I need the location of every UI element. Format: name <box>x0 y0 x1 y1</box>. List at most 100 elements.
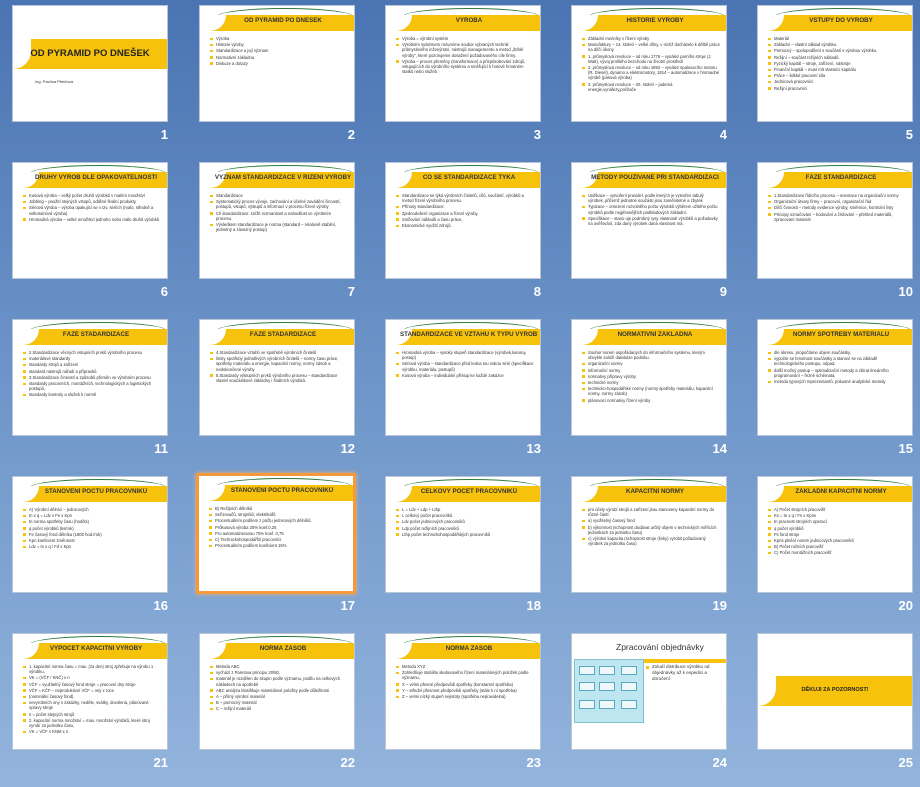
slide-thumbnail[interactable]: DRUHY VÝROB DLE OPAKOVATELNOSTI Kusová vý… <box>12 162 168 279</box>
slide-title: OD PYRAMID PO DNEŠEK <box>30 48 150 59</box>
slide-title: VÝROBA <box>455 17 483 24</box>
bullet-item: standard nástrojů nářadí a přípravků <box>23 369 161 374</box>
bullet-item: Výrobním systémem rozumíme soubor vybran… <box>396 42 534 58</box>
bullet-item: VČF = KČF – neproduktivní VČF = ony x ro… <box>23 688 161 693</box>
bullet-list: Metoda XYZ Zohledňuje stabilitu sledované… <box>396 664 534 699</box>
bullet-item: nevyrobních ony x zakázky, neděle, svátk… <box>23 700 161 710</box>
slide-cell: STANDARDIZACE VE VZTAHU K TYPU VÝROBY Hro… <box>377 314 563 471</box>
bullet-list: pro účely výrobí strojů a zařízení jsou … <box>582 507 720 546</box>
bullet-item: Standardizace <box>210 193 348 198</box>
slide-body: 4.Standardizace vztahů ve spotřebě výrob… <box>210 350 348 431</box>
bullet-item: limity spotřeby jednotlivých výrobních č… <box>210 356 348 372</box>
bullet-list: A) Výrobní dělníci – jednicových tn x q =… <box>23 507 161 549</box>
bullet-item: Standardizace a její význam <box>210 48 348 53</box>
bullet-list: 1. kapacitní norma času = max. (za den) … <box>23 664 161 734</box>
bullet-item: materiálové standardy <box>23 356 161 361</box>
slide-title: NORMATIVNÍ ZÁKLADNA <box>617 331 693 338</box>
slide-title: DĚKUJI ZA POZORNOST! <box>801 687 869 693</box>
bullet-list: Standardizace Systematický proces vývoje,… <box>210 193 348 232</box>
slide-cell: VÝZNAM STANDARDIZACE V ŘÍZENÍ VÝROBY Stan… <box>191 157 377 314</box>
slide-thumbnail[interactable]: ZÁKLADNÍ KAPACITNÍ NORMY A) Počet strojní… <box>757 476 913 593</box>
bullet-item: C) Počet montážních pracovišť <box>768 550 906 555</box>
slide-thumbnail[interactable]: NORMA ZÁSOB Metoda ABC vychází z Paretova … <box>199 633 355 750</box>
slide-thumbnail[interactable]: DĚKUJI ZA POZORNOST! <box>757 633 913 750</box>
bullet-list: dle úkresu, propočtáme objem součástky, v… <box>768 350 906 384</box>
slide-thumbnail[interactable]: Zpracování objednávky Zoludí distribuce v… <box>571 633 727 750</box>
slide-thumbnail[interactable]: CO SE STANDARDIZACE TÝKÁ Standardizace se… <box>385 162 541 279</box>
slide-body: Hromadná výroba – vysoký stupeň standard… <box>396 350 534 431</box>
slide-title: VÝPOČET KAPACITNÍ VÝROBY <box>49 645 143 652</box>
slide-number: 23 <box>526 755 541 770</box>
bullet-item: Y – střední přesnost předpovědi spotřeby… <box>396 688 534 693</box>
bullet-item: Sériová výroba – standardizace před ledn… <box>396 361 534 372</box>
slide-body: pro účely výrobí strojů a zařízení jsou … <box>582 507 720 588</box>
bullet-item: Fe časový fond dělníka (1800 hod./rok) <box>23 532 161 537</box>
slide-thumbnail[interactable]: FÁZE STADARDIZACE 2.Standardizace věcných… <box>12 319 168 436</box>
bullet-item: B) Počet ručních pracovišť <box>768 544 906 549</box>
slide-body: Výroba = výrobní systém Výrobním systémem… <box>396 36 534 117</box>
slide-body: Metoda XYZ Zohledňuje stabilitu sledované… <box>396 664 534 745</box>
bullet-item: Pro automatizovanou 75% koef. 0,75 <box>209 531 347 536</box>
bullet-item: Organizační útvary firmy – pracovní, org… <box>768 199 906 204</box>
bullet-item: Průkusová výroba 25% koef.0,25 <box>209 525 347 530</box>
slide-body: L = Ldv + Ldp + Lthp L celkový počet prac… <box>396 507 534 588</box>
bullet-item: Manufaktury – 14. století – velké dílny,… <box>582 42 720 52</box>
slide-thumbnail[interactable]: OD PYRAMID PO DNEŠEK Ing. Pavlína Pfeiďov… <box>12 5 168 122</box>
slide-body: A) Výrobní dělníci – jednicových tn x q =… <box>23 507 161 588</box>
bullet-item: standardy strojů a zařízení <box>23 362 161 367</box>
slide-thumbnail[interactable]: VÝPOČET KAPACITNÍ VÝROBY 1. kapacitní nor… <box>12 633 168 750</box>
slide-number: 2 <box>347 127 355 142</box>
slide-thumbnail[interactable]: CELKOVÝ POČET PRACOVNÍKŮ L = Ldv + Ldp + … <box>385 476 541 593</box>
slide-body: Výroba Historie výroby Standardizace a jej… <box>210 36 348 117</box>
slide-thumbnail[interactable]: FÁZE STANDARDIZACE 1.Standardizace řídicí… <box>757 162 913 279</box>
bullet-item: b) výkonnost (schopnost dodávat určitý o… <box>582 525 720 535</box>
bullet-item: A) Počet strojních pracovišť <box>768 507 906 512</box>
slide-thumbnail[interactable]: OD PYRAMID PO DNEŠEK Výroba Historie výrob… <box>199 5 355 122</box>
slide-title: Zpracování objednávky <box>616 642 704 652</box>
slide-cell: STANOVENÍ POČTU PRACOVNÍKŮ A) Výrobní děl… <box>4 471 190 628</box>
slide-thumbnail[interactable]: NORMA ZÁSOB Metoda XYZ Zohledňuje stabilit… <box>385 633 541 750</box>
bullet-list: Souhor norem uspořádaných do informačníh… <box>582 350 720 403</box>
slide-body: Standardizace se týká výrobních činitelů… <box>396 193 534 274</box>
slide-thumbnail[interactable]: VÝZNAM STANDARDIZACE V ŘÍZENÍ VÝROBY Stan… <box>199 162 355 279</box>
slide-sorter-grid: OD PYRAMID PO DNEŠEK Ing. Pavlína Pfeiďov… <box>0 0 920 787</box>
slide-thumbnail[interactable]: FÁZE STADARDIZACE 4.Standardizace vztahů … <box>199 319 355 436</box>
slide-title: VÝZNAM STANDARDIZACE V ŘÍZENÍ VÝROBY <box>214 174 352 181</box>
slide-thumbnail[interactable]: STANOVENÍ POČTU PRACOVNÍKŮ A) Výrobní děl… <box>12 476 168 593</box>
slide-body: Základní mezníky v řízení výroby Manufakt… <box>582 36 720 117</box>
diagram-node <box>579 700 595 709</box>
bullet-item: Kpns plnění norem jednicových pracovníků <box>768 538 906 543</box>
slide-thumbnail[interactable]: METODY POUŽÍVANÉ PŘI STANDARDIZACI Unifik… <box>571 162 727 279</box>
slide-thumbnail[interactable]: NORMATIVNÍ ZÁKLADNA Souhor norem uspořáda… <box>571 319 727 436</box>
bullet-item: další možný postup – optimalizační metod… <box>768 368 906 378</box>
bullet-item: X – velmi přesné předpovědi spotřeby (ko… <box>396 682 534 687</box>
slide-thumbnail[interactable]: VSTUPY DO VÝROBY Materiál Základní – vlast… <box>757 5 913 122</box>
bullet-item: Výroba – proces přeměny (transformace) a… <box>396 59 534 75</box>
slide-cell: OD PYRAMID PO DNEŠEK Výroba Historie výrob… <box>191 0 377 157</box>
bullet-item: Systematický proces vývoje, zachování a … <box>210 199 348 209</box>
bullet-item: plánovací normativy řízení výroby <box>582 398 720 403</box>
slide-thumbnail[interactable]: VÝROBA Výroba = výrobní systém Výrobním sy… <box>385 5 541 122</box>
slide-thumbnail[interactable]: STANOVENÍ POČTU PRACOVNÍKŮ B) Režijních d… <box>196 473 356 594</box>
bullet-item: Zohledňuje stabilitu sledovaného řízení … <box>396 670 534 680</box>
slide-title: CO SE STANDARDIZACE TÝKÁ <box>422 174 516 181</box>
bullet-item: materiál je rozdělen do skupin podle výz… <box>210 676 348 687</box>
process-diagram <box>574 659 644 723</box>
bullet-item: C – režijní materiál <box>210 706 348 711</box>
bullet-item: Snižování nákladů a času práce, <box>396 217 534 222</box>
slide-thumbnail[interactable]: NORMY SPOTŘEBY MATERIÁLU dle úkresu, prop… <box>757 319 913 436</box>
bullet-item: Sériová výroba – výroba opakující se v t… <box>23 205 161 216</box>
slide-number: 18 <box>526 598 541 613</box>
bullet-item: Práce – lidské pracovní síla <box>768 73 906 78</box>
slide-number: 12 <box>340 441 355 456</box>
slide-number: 14 <box>712 441 727 456</box>
bullet-item: Přínosy standardizace: <box>396 204 534 209</box>
slide-thumbnail[interactable]: KAPACITNÍ NORMY pro účely výrobí strojů a… <box>571 476 727 593</box>
slide-author: Ing. Pavlína Pfeiďová <box>35 79 74 84</box>
bullet-item: organizační normy <box>582 361 720 366</box>
slide-thumbnail[interactable]: HISTORIE VÝROBY Základní mezníky v řízení… <box>571 5 727 122</box>
slide-thumbnail[interactable]: STANDARDIZACE VE VZTAHU K TYPU VÝROBY Hro… <box>385 319 541 436</box>
slide-number: 22 <box>340 755 355 770</box>
slide-title: STANDARDIZACE VE VZTAHU K TYPU VÝROBY <box>400 331 538 338</box>
slide-title: FÁZE STADARDIZACE <box>62 331 130 338</box>
